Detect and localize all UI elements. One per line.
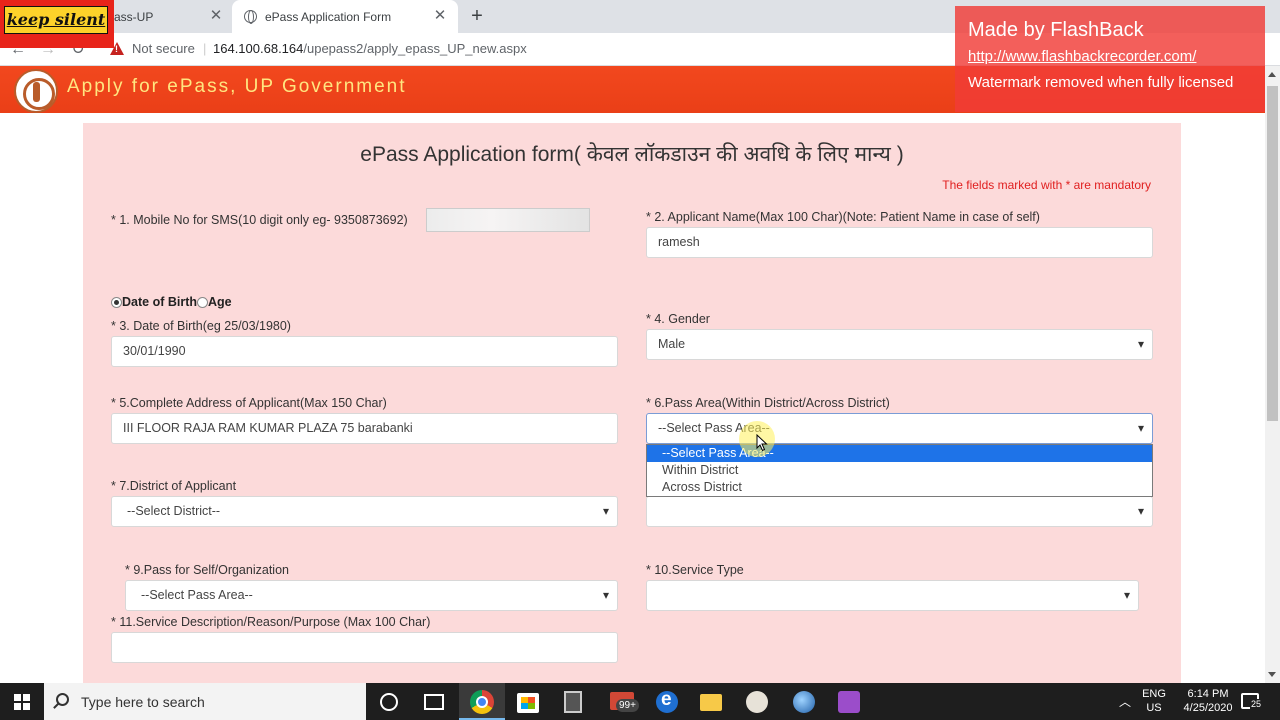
language-indicator[interactable]: ENG US <box>1142 687 1166 715</box>
site-title: Apply for ePass, UP Government <box>67 76 407 97</box>
applicant-name-label: * 2. Applicant Name(Max 100 Char)(Note: … <box>646 210 1040 224</box>
address-field[interactable]: III FLOOR RAJA RAM KUMAR PLAZA 75 baraba… <box>111 413 618 444</box>
tray-chevron-icon[interactable]: ︿ <box>1119 693 1131 710</box>
service-description-label: * 11.Service Description/Reason/Purpose … <box>111 615 431 629</box>
region-code: US <box>1146 702 1162 714</box>
scroll-up-arrow-icon[interactable] <box>1268 72 1276 77</box>
chrome-icon[interactable] <box>470 690 494 714</box>
mandatory-note: The fields marked with * are mandatory <box>942 178 1151 192</box>
pass-area-select[interactable]: --Select Pass Area-- <box>646 413 1153 444</box>
url-host: 164.100.68.164 <box>213 41 304 56</box>
calculator-icon[interactable] <box>564 691 582 713</box>
url-path: /upepass2/apply_epass_UP_new.aspx <box>303 41 527 56</box>
browser-tab-active[interactable]: ePass Application Form ✕ <box>232 0 458 33</box>
edge-icon[interactable] <box>656 689 678 713</box>
language-code: ENG <box>1142 688 1166 700</box>
page-scrollbar[interactable] <box>1265 66 1280 683</box>
application-form: ePass Application form( केवल लॉकडाउन की … <box>83 123 1181 683</box>
applicant-name-field[interactable]: ramesh <box>646 227 1153 258</box>
keep-silent-watermark: keep silent <box>0 0 114 48</box>
windows-taskbar: Type here to search 99+ ︿ ENG US 6:14 PM… <box>0 683 1280 720</box>
scrollbar-thumb[interactable] <box>1267 86 1278 421</box>
keep-silent-logo: keep silent <box>4 6 108 34</box>
paint-icon[interactable] <box>746 691 768 713</box>
district-label: * 7.District of Applicant <box>111 479 237 493</box>
age-radio-label: Age <box>208 295 232 309</box>
gender-select[interactable]: Male <box>646 329 1153 360</box>
district-8-select[interactable] <box>646 496 1153 527</box>
tab-title: ePass Application Form <box>265 9 392 24</box>
service-type-select[interactable] <box>646 580 1139 611</box>
mail-badge: 99+ <box>616 699 639 712</box>
pass-area-dropdown: --Select Pass Area-- Within District Acr… <box>646 444 1153 497</box>
age-radio[interactable] <box>197 296 208 308</box>
address-bar[interactable]: 164.100.68.164/upepass2/apply_epass_UP_n… <box>213 41 527 56</box>
security-indicator[interactable]: Not secure <box>132 41 195 56</box>
taskbar-search-box[interactable]: Type here to search <box>44 683 366 720</box>
address-label: * 5.Complete Address of Applicant(Max 15… <box>111 396 387 410</box>
scroll-down-arrow-icon[interactable] <box>1268 672 1276 677</box>
mobile-label: * 1. Mobile No for SMS(10 digit only eg-… <box>111 213 408 227</box>
dob-field[interactable]: 30/01/1990 <box>111 336 618 367</box>
search-icon <box>56 693 69 706</box>
close-icon[interactable]: ✕ <box>208 8 224 24</box>
pass-area-label: * 6.Pass Area(Within District/Across Dis… <box>646 396 890 410</box>
notification-count: 25 <box>1250 699 1263 710</box>
cortana-icon[interactable] <box>380 693 398 711</box>
self-organization-select[interactable]: --Select Pass Area-- <box>125 580 618 611</box>
taskbar-search-placeholder: Type here to search <box>81 694 205 710</box>
dob-radio-label: Date of Birth <box>122 295 197 309</box>
flashback-title: Made by FlashBack <box>968 19 1144 41</box>
mouse-pointer-icon <box>756 434 768 452</box>
globe-icon <box>244 10 257 24</box>
tab-title: ass-UP <box>114 9 154 24</box>
file-explorer-icon[interactable] <box>700 694 722 711</box>
close-icon[interactable]: ✕ <box>432 8 448 24</box>
mobile-number-field[interactable] <box>426 208 590 232</box>
pass-area-option[interactable]: --Select Pass Area-- <box>647 445 1152 462</box>
service-description-field[interactable] <box>111 632 618 663</box>
flashback-url: http://www.flashbackrecorder.com/ <box>968 48 1197 65</box>
new-tab-button[interactable]: + <box>466 5 488 27</box>
keep-silent-text: keep silent <box>6 10 106 29</box>
dob-age-toggle: Date of Birth Age <box>111 295 232 309</box>
pass-area-option[interactable]: Across District <box>647 479 1152 496</box>
pass-area-option[interactable]: Within District <box>647 462 1152 479</box>
form-heading: ePass Application form( केवल लॉकडाउन की … <box>360 143 904 166</box>
task-view-icon[interactable] <box>424 694 444 710</box>
globe-app-icon[interactable] <box>793 691 815 713</box>
up-government-emblem-icon <box>14 69 58 113</box>
dob-label: * 3. Date of Birth(eg 25/03/1980) <box>111 319 291 333</box>
browser-tab-1[interactable]: ass-UP ✕ <box>110 0 232 33</box>
store-icon[interactable] <box>517 693 539 713</box>
service-type-label: * 10.Service Type <box>646 563 744 577</box>
dob-radio[interactable] <box>111 296 122 308</box>
address-separator: | <box>203 41 207 56</box>
system-clock[interactable]: 6:14 PM 4/25/2020 <box>1176 687 1240 715</box>
self-organization-label: * 9.Pass for Self/Organization <box>125 563 289 577</box>
flashback-watermark: Made by FlashBack http://www.flashbackre… <box>955 6 1265 112</box>
gender-label: * 4. Gender <box>646 312 710 326</box>
app-icon[interactable] <box>838 691 860 713</box>
clock-date: 4/25/2020 <box>1183 702 1233 714</box>
clock-time: 6:14 PM <box>1187 688 1229 700</box>
district-select[interactable]: --Select District-- <box>111 496 618 527</box>
flashback-note: Watermark removed when fully licensed <box>968 74 1234 91</box>
windows-start-icon[interactable] <box>14 694 30 710</box>
